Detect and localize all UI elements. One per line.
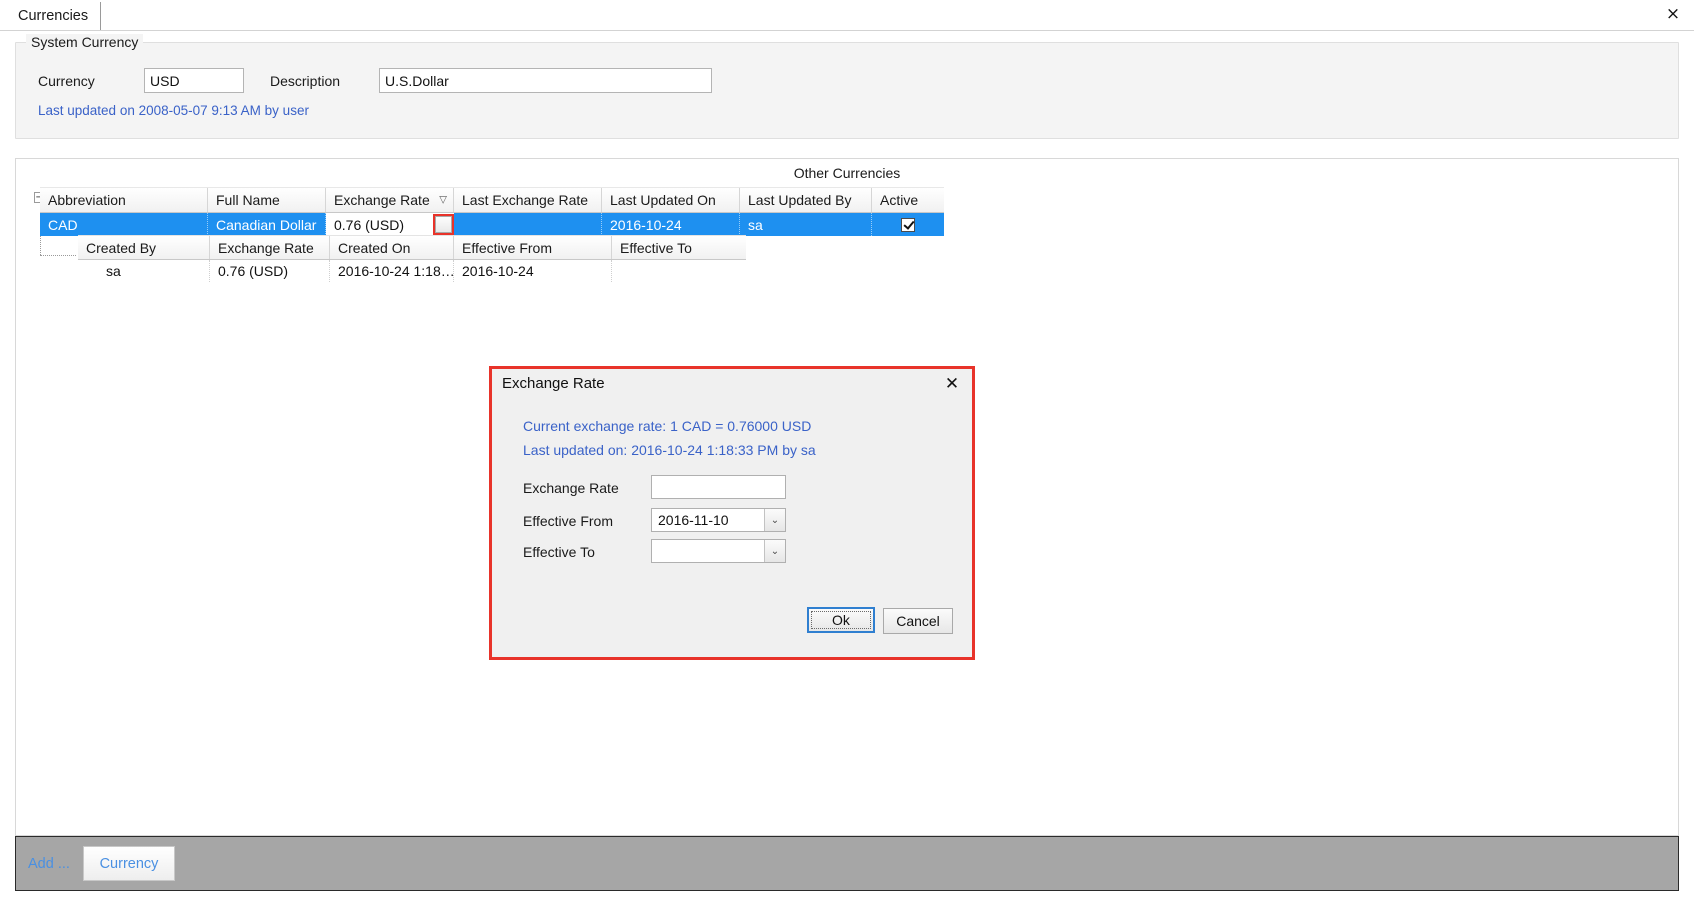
- tab-currencies-label: Currencies: [18, 8, 89, 24]
- column-header-last-exchange-rate-label: Last Exchange Rate: [462, 192, 589, 208]
- description-input[interactable]: [379, 68, 712, 93]
- cell-active[interactable]: [872, 213, 944, 236]
- tree-connector-horizontal: [40, 255, 76, 256]
- dialog-effective-from-label: Effective From: [523, 513, 613, 529]
- detail-cell-effective-from[interactable]: 2016-10-24: [454, 260, 612, 282]
- cell-abbreviation[interactable]: CAD: [40, 213, 208, 236]
- dialog-title-bar[interactable]: Exchange Rate ✕: [492, 369, 972, 400]
- system-currency-group-title: System Currency: [26, 34, 144, 50]
- column-header-exchange-rate-label: Exchange Rate: [334, 192, 430, 208]
- exchange-rate-history-header: Created By Exchange Rate Created On Effe…: [78, 235, 746, 260]
- column-header-last-exchange-rate[interactable]: Last Exchange Rate: [454, 188, 602, 212]
- tab-currencies[interactable]: Currencies: [6, 2, 102, 30]
- cancel-button-label: Cancel: [896, 613, 940, 629]
- detail-column-header-effective-from-label: Effective From: [462, 239, 552, 256]
- dialog-close-icon[interactable]: ✕: [940, 373, 964, 395]
- dialog-exchange-rate-label: Exchange Rate: [523, 480, 619, 496]
- column-header-last-updated-on-label: Last Updated On: [610, 192, 716, 208]
- detail-column-header-exchange-rate[interactable]: Exchange Rate: [210, 236, 330, 259]
- detail-column-header-effective-to[interactable]: Effective To: [612, 236, 746, 259]
- currencies-window: Currencies × System Currency Currency De…: [0, 0, 1694, 906]
- column-header-full-name-label: Full Name: [216, 192, 280, 208]
- dialog-body: Current exchange rate: 1 CAD = 0.76000 U…: [492, 400, 972, 657]
- dialog-effective-to-datepicker[interactable]: ⌄: [651, 539, 786, 563]
- cancel-button[interactable]: Cancel: [883, 608, 953, 634]
- current-exchange-rate-text: Current exchange rate: 1 CAD = 0.76000 U…: [523, 418, 812, 434]
- detail-column-header-effective-to-label: Effective To: [620, 239, 692, 256]
- cell-last-updated-on[interactable]: 2016-10-24: [602, 213, 740, 236]
- detail-column-header-created-on-label: Created On: [338, 239, 411, 256]
- currency-input[interactable]: [144, 68, 244, 93]
- column-header-active-label: Active: [880, 192, 919, 208]
- active-checkbox[interactable]: [901, 217, 915, 232]
- add-currency-button[interactable]: Currency: [83, 846, 175, 881]
- close-icon[interactable]: ×: [1662, 3, 1684, 25]
- detail-column-header-exchange-rate-label: Exchange Rate: [218, 239, 314, 256]
- detail-column-header-effective-from[interactable]: Effective From: [454, 236, 612, 259]
- detail-column-header-created-by-label: Created By: [86, 239, 157, 256]
- dialog-exchange-rate-input[interactable]: [651, 475, 786, 499]
- bottom-action-bar: Add ... Currency: [15, 836, 1679, 891]
- detail-cell-effective-to[interactable]: [612, 260, 746, 282]
- sort-descending-icon[interactable]: ▽: [439, 195, 447, 206]
- dialog-effective-from-value: 2016-11-10: [658, 512, 729, 528]
- table-row[interactable]: CAD Canadian Dollar 0.76 (USD) 2016-10-2…: [40, 213, 944, 236]
- add-label: Add ...: [28, 856, 70, 872]
- cell-last-updated-by[interactable]: sa: [740, 213, 872, 236]
- detail-cell-exchange-rate[interactable]: 0.76 (USD): [210, 260, 330, 282]
- table-row[interactable]: sa 0.76 (USD) 2016-10-24 1:18… 2016-10-2…: [78, 260, 746, 282]
- dialog-effective-to-label: Effective To: [523, 544, 595, 560]
- detail-cell-created-on[interactable]: 2016-10-24 1:18…: [330, 260, 454, 282]
- chevron-down-icon[interactable]: ⌄: [764, 509, 785, 531]
- detail-column-header-created-on[interactable]: Created On: [330, 236, 454, 259]
- other-currencies-caption: Other Currencies: [793, 165, 901, 181]
- system-currency-last-updated: Last updated on 2008-05-07 9:13 AM by us…: [38, 103, 309, 118]
- detail-column-header-created-by[interactable]: Created By: [78, 236, 210, 259]
- dialog-last-updated-text: Last updated on: 2016-10-24 1:18:33 PM b…: [523, 442, 816, 458]
- dialog-effective-from-datepicker[interactable]: 2016-11-10 ⌄: [651, 508, 786, 532]
- system-currency-group: System Currency Currency Description Las…: [15, 34, 1679, 139]
- exchange-rate-history-grid: Created By Exchange Rate Created On Effe…: [78, 235, 746, 282]
- tab-strip: Currencies ×: [0, 0, 1694, 31]
- detail-cell-created-by[interactable]: sa: [78, 260, 210, 282]
- column-header-full-name[interactable]: Full Name: [208, 188, 326, 212]
- column-header-abbreviation-label: Abbreviation: [48, 192, 126, 208]
- column-header-last-updated-by-label: Last Updated By: [748, 192, 852, 208]
- column-header-exchange-rate[interactable]: Exchange Rate ▽: [326, 188, 454, 212]
- exchange-rate-cell-editor-button[interactable]: [433, 214, 454, 235]
- column-header-last-updated-on[interactable]: Last Updated On: [602, 188, 740, 212]
- column-header-last-updated-by[interactable]: Last Updated By: [740, 188, 872, 212]
- exchange-rate-dialog: Exchange Rate ✕ Current exchange rate: 1…: [489, 366, 975, 660]
- description-label: Description: [270, 73, 341, 89]
- dialog-title: Exchange Rate: [502, 375, 605, 392]
- currencies-grid: Abbreviation Full Name Exchange Rate ▽ L…: [40, 187, 944, 236]
- currency-label: Currency: [38, 73, 95, 89]
- ok-button-label: Ok: [832, 612, 850, 628]
- currencies-grid-header: Abbreviation Full Name Exchange Rate ▽ L…: [40, 187, 944, 213]
- chevron-down-icon[interactable]: ⌄: [764, 540, 785, 562]
- column-header-abbreviation[interactable]: Abbreviation: [40, 188, 208, 212]
- add-currency-button-label: Currency: [99, 855, 159, 872]
- ok-button[interactable]: Ok: [807, 607, 875, 633]
- column-header-active[interactable]: Active: [872, 188, 944, 212]
- cell-last-exchange-rate[interactable]: [454, 213, 602, 236]
- cell-full-name[interactable]: Canadian Dollar: [208, 213, 326, 236]
